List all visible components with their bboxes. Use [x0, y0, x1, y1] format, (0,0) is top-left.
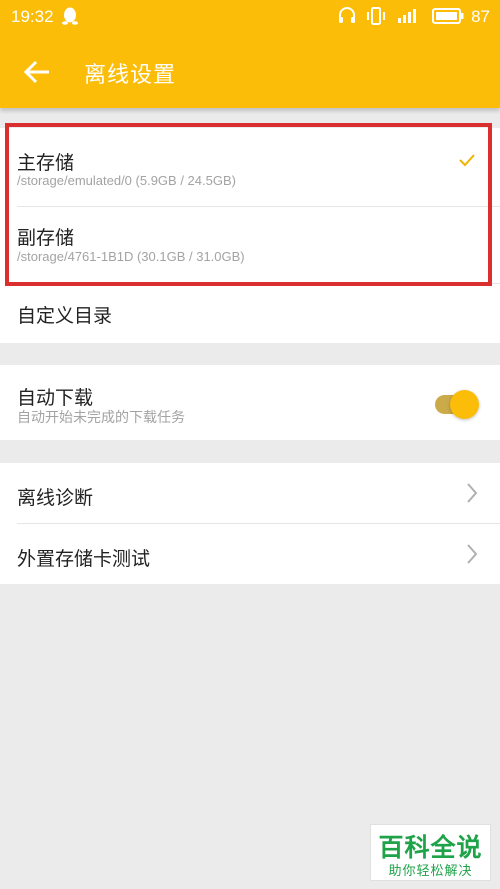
qq-penguin-icon: [62, 6, 78, 31]
auto-download-subtitle: 自动开始未完成的下载任务: [17, 409, 185, 425]
custom-directory-title: 自定义目录: [17, 306, 113, 327]
signal-icon: [397, 6, 421, 31]
primary-storage-title: 主存储: [17, 153, 75, 174]
battery-icon: [432, 8, 464, 29]
primary-storage-path: /storage/emulated/0 (5.9GB / 24.5GB): [17, 173, 236, 188]
sd-card-test-title: 外置存储卡测试: [17, 549, 151, 570]
secondary-storage-title: 副存储: [17, 228, 75, 249]
arrow-left-icon: [23, 60, 49, 84]
vibrate-icon: [365, 6, 387, 31]
toggle-knob: [450, 390, 479, 419]
chevron-right-icon: [465, 542, 479, 571]
tools-section: 离线诊断 外置存储卡测试: [0, 463, 500, 584]
app-header: 19:32 87 离线设置: [0, 0, 500, 108]
auto-download-toggle[interactable]: [433, 389, 481, 421]
headset-icon: [337, 6, 357, 31]
auto-download-row[interactable]: 自动下载 自动开始未完成的下载任务: [0, 365, 500, 440]
page-title: 离线设置: [84, 62, 177, 87]
watermark-sub-text: 助你轻松解决: [388, 863, 473, 878]
secondary-storage-option[interactable]: 副存储 /storage/4761-1B1D (30.1GB / 31.0GB): [0, 207, 500, 283]
watermark-main-text: 百科全说: [378, 834, 483, 862]
chevron-right-icon: [465, 481, 479, 510]
custom-directory-option[interactable]: 自定义目录: [0, 284, 500, 343]
secondary-storage-path: /storage/4761-1B1D (30.1GB / 31.0GB): [17, 249, 245, 264]
offline-diagnose-row[interactable]: 离线诊断: [0, 463, 500, 523]
storage-section: 主存储 /storage/emulated/0 (5.9GB / 24.5GB)…: [0, 128, 500, 343]
title-bar: 离线设置: [0, 34, 500, 108]
auto-download-title: 自动下载: [17, 388, 94, 409]
battery-level: 87: [471, 7, 490, 26]
status-bar: 19:32 87: [0, 0, 500, 34]
offline-diagnose-title: 离线诊断: [17, 488, 94, 509]
status-time: 19:32: [11, 7, 54, 26]
sd-card-test-row[interactable]: 外置存储卡测试: [0, 524, 500, 584]
auto-download-section: 自动下载 自动开始未完成的下载任务: [0, 365, 500, 440]
primary-storage-option[interactable]: 主存储 /storage/emulated/0 (5.9GB / 24.5GB): [0, 128, 500, 206]
back-button[interactable]: [16, 50, 60, 94]
check-icon: [458, 152, 476, 173]
watermark-logo: 百科全说 助你轻松解决: [370, 824, 491, 881]
